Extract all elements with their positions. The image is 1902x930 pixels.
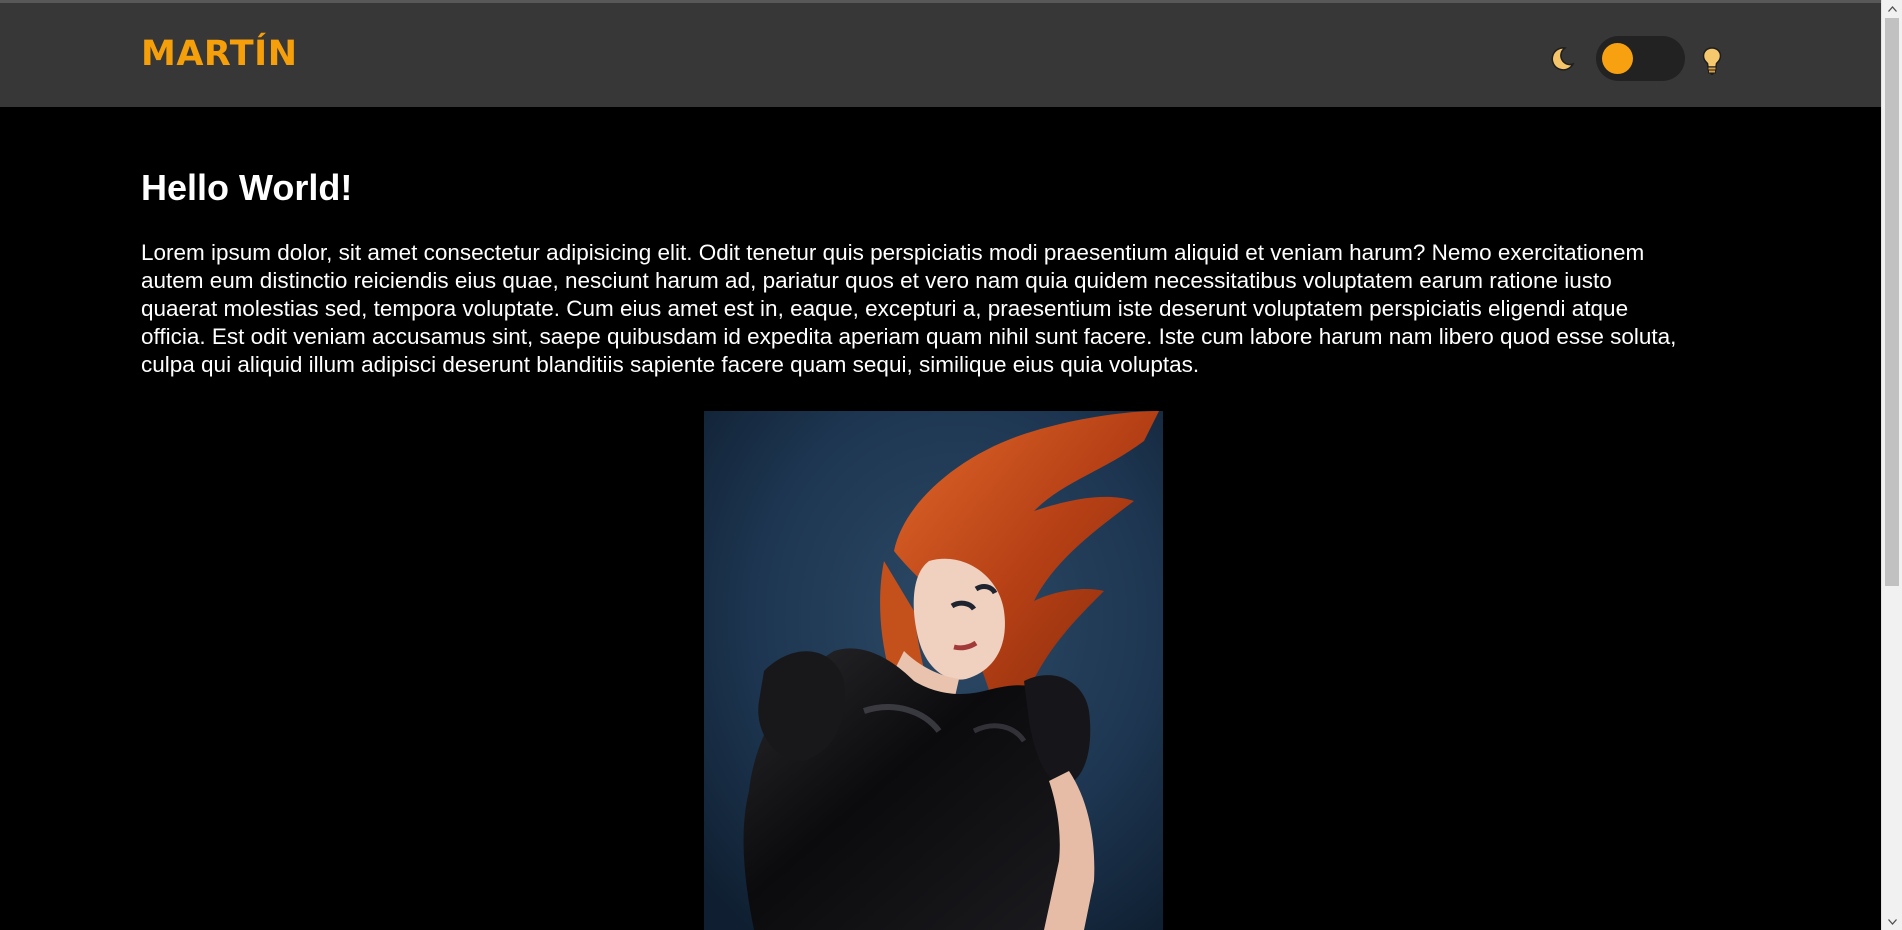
viewport: MARTÍN Hello World! Lorem ipsum dolor, s… [0, 0, 1881, 930]
scroll-down-arrow-icon[interactable] [1882, 913, 1902, 930]
hero-photo [704, 411, 1163, 930]
brand-logo[interactable]: MARTÍN [141, 32, 297, 76]
page-title: Hello World! [141, 167, 353, 208]
theme-toggle[interactable] [1596, 36, 1685, 81]
page: MARTÍN Hello World! Lorem ipsum dolor, s… [0, 0, 1902, 930]
body-paragraph: Lorem ipsum dolor, sit amet consectetur … [141, 240, 1677, 377]
toggle-knob [1602, 43, 1633, 74]
moon-icon [1551, 47, 1575, 71]
lightbulb-icon [1702, 47, 1722, 75]
main-content: Hello World! Lorem ipsum dolor, sit amet… [141, 107, 1681, 379]
portrait-image [704, 411, 1163, 930]
scrollbar-thumb[interactable] [1885, 18, 1899, 586]
scroll-up-arrow-icon[interactable] [1882, 0, 1902, 17]
navbar: MARTÍN [0, 3, 1881, 107]
vertical-scrollbar[interactable] [1881, 0, 1902, 930]
